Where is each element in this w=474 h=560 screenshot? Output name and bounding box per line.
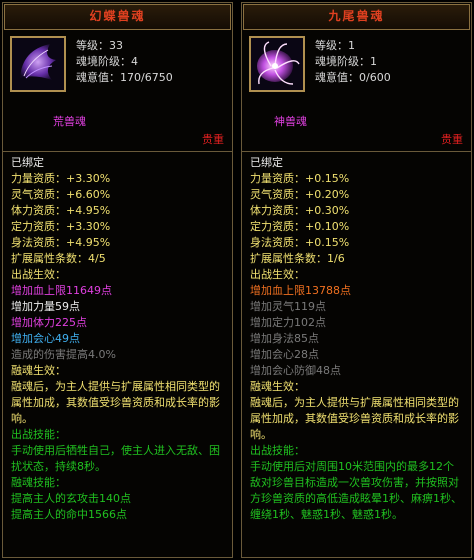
right-aptitude: 灵气资质：+0.20%: [250, 188, 350, 201]
left-panel-title: 幻蝶兽魂: [4, 4, 231, 30]
left-bound: 已绑定: [11, 156, 44, 169]
left-soul-panel: 幻蝶兽魂 等级：33 魂境阶级：4 魂意值：170/6750 荒兽魂 贵重 已绑…: [2, 2, 233, 558]
right-soul-type: 神兽魂: [274, 115, 307, 128]
right-body: 已绑定 力量资质：+0.15% 灵气资质：+0.20% 体力资质：+0.30% …: [242, 152, 471, 523]
left-aptitude: 定力资质：+3.30%: [11, 220, 111, 233]
left-info: 等级：33 魂境阶级：4 魂意值：170/6750: [76, 38, 173, 86]
left-aptitude: 身法资质：+4.95%: [11, 236, 111, 249]
right-bound: 已绑定: [250, 156, 283, 169]
butterfly-wing-icon: [12, 38, 64, 90]
left-battle-effect: 增加体力225点: [11, 316, 87, 329]
left-ext-count: 扩展属性条数：4/5: [11, 252, 106, 265]
left-aptitude: 力量资质：+3.30%: [11, 172, 111, 185]
left-battle-skill-desc: 手动使用后牺牲自己，使主人进入无敌、困扰状态，持续8秒。: [11, 444, 220, 473]
right-info: 等级：1 魂境阶级：1 魂意值：0/600: [315, 38, 391, 86]
left-realm: 魂境阶级：4: [76, 55, 138, 68]
right-header: 等级：1 魂境阶级：1 魂意值：0/600 神兽魂 贵重: [242, 31, 471, 152]
left-fusion-skill: 提高主人的玄攻击140点: [11, 492, 131, 505]
left-level: 等级：33: [76, 39, 123, 52]
right-aptitude: 定力资质：+0.10%: [250, 220, 350, 233]
right-panel-title: 九尾兽魂: [243, 4, 470, 30]
left-fusion-label: 融魂生效：: [11, 364, 66, 377]
right-ext-count: 扩展属性条数：1/6: [250, 252, 345, 265]
left-rank: 贵重: [202, 133, 224, 146]
left-aptitude: 体力资质：+4.95%: [11, 204, 111, 217]
right-battle-label: 出战生效：: [250, 268, 305, 281]
left-fusion-skill-label: 融魂技能：: [11, 476, 66, 489]
left-aptitude: 灵气资质：+6.60%: [11, 188, 111, 201]
right-soul-will: 魂意值：0/600: [315, 71, 391, 84]
right-battle-effect: 增加会心防御48点: [250, 364, 341, 377]
nine-tailed-fox-icon: [251, 38, 303, 90]
right-aptitude: 身法资质：+0.15%: [250, 236, 350, 249]
right-rank: 贵重: [441, 133, 463, 146]
left-battle-label: 出战生效：: [11, 268, 66, 281]
left-battle-effect: 增加会心49点: [11, 332, 80, 345]
left-header: 等级：33 魂境阶级：4 魂意值：170/6750 荒兽魂 贵重: [3, 31, 232, 152]
left-battle-effect: 造成的伤害提高4.0%: [11, 348, 116, 361]
right-soul-panel: 九尾兽魂 等级：1 魂境阶级：1 魂意值：0/600 神兽魂 贵重 已绑定 力量…: [241, 2, 472, 558]
left-battle-effect: 增加血上限11649点: [11, 284, 112, 297]
right-realm: 魂境阶级：1: [315, 55, 377, 68]
left-battle-effect: 增加力量59点: [11, 300, 80, 313]
left-soul-will: 魂意值：170/6750: [76, 71, 173, 84]
butterfly-soul-icon[interactable]: [10, 36, 66, 92]
right-battle-effect: 增加灵气119点: [250, 300, 326, 313]
left-soul-type: 荒兽魂: [53, 115, 86, 128]
right-battle-skill-label: 出战技能：: [250, 444, 305, 457]
right-fusion-label: 融魂生效：: [250, 380, 305, 393]
left-fusion-desc: 融魂后，为主人提供与扩展属性相同类型的属性加成，其数值受珍兽资质和成长率的影响。: [11, 380, 220, 425]
left-battle-skill-label: 出战技能：: [11, 428, 66, 441]
right-fusion-desc: 融魂后，为主人提供与扩展属性相同类型的属性加成，其数值受珍兽资质和成长率的影响。: [250, 396, 459, 441]
right-aptitude: 力量资质：+0.15%: [250, 172, 350, 185]
left-body: 已绑定 力量资质：+3.30% 灵气资质：+6.60% 体力资质：+4.95% …: [3, 152, 232, 523]
right-aptitude: 体力资质：+0.30%: [250, 204, 350, 217]
nine-tail-soul-icon[interactable]: [249, 36, 305, 92]
right-level: 等级：1: [315, 39, 355, 52]
right-battle-skill-desc: 手动使用后对周围10米范围内的最多12个敌对珍兽目标造成一次兽攻伤害，并按照对方…: [250, 460, 462, 521]
right-battle-effect: 增加会心28点: [250, 348, 319, 361]
right-battle-effect: 增加身法85点: [250, 332, 319, 345]
right-battle-effect: 增加定力102点: [250, 316, 326, 329]
right-battle-effect: 增加血上限13788点: [250, 284, 351, 297]
left-fusion-skill: 提高主人的命中1566点: [11, 508, 127, 521]
